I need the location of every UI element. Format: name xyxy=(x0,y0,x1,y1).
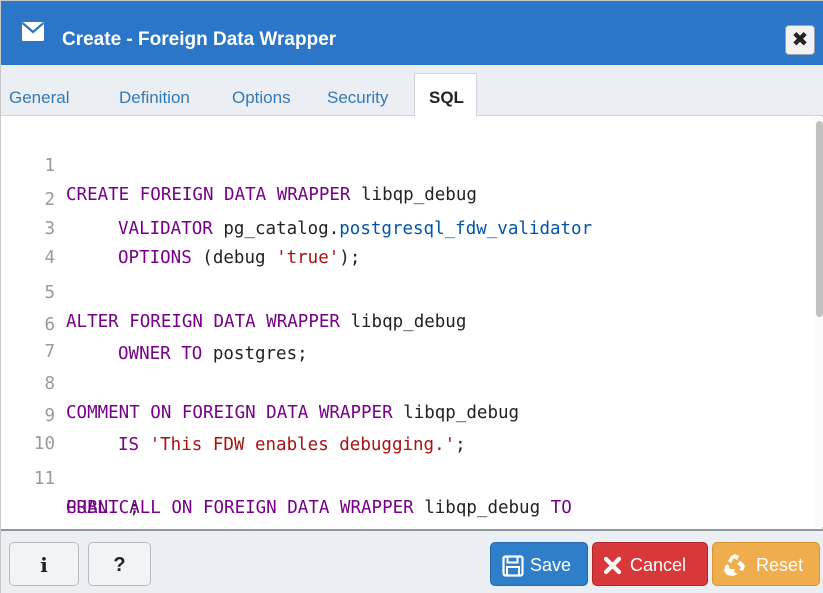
tab-definition[interactable]: Definition xyxy=(119,87,190,109)
save-button[interactable]: Save xyxy=(490,542,588,586)
code-line: 9 IS 'This FDW enables debugging.'; xyxy=(1,373,811,455)
reset-button[interactable]: Reset xyxy=(712,542,820,586)
line-number: 12 xyxy=(1,526,55,527)
recycle-icon xyxy=(724,554,745,576)
dialog-title-bar[interactable]: Create - Foreign Data Wrapper ✖ xyxy=(1,1,823,65)
dialog-title: Create - Foreign Data Wrapper xyxy=(62,29,337,50)
code-line: 8 COMMENT ON FOREIGN DATA WRAPPER libqp_… xyxy=(1,341,811,423)
code-line: 11 GRANT ALL ON FOREIGN DATA WRAPPER lib… xyxy=(1,436,811,518)
cancel-label: Cancel xyxy=(630,555,687,575)
tab-security[interactable]: Security xyxy=(327,87,388,109)
help-button[interactable]: ? xyxy=(88,542,151,586)
close-icon xyxy=(603,556,622,575)
code-line: 6 OWNER TO postgres; xyxy=(1,282,811,364)
code-line: 1 CREATE FOREIGN DATA WRAPPER libqp_debu… xyxy=(1,123,811,205)
code-line: 7 xyxy=(1,309,811,362)
save-label: Save xyxy=(530,555,572,575)
help-icon: ? xyxy=(113,554,126,576)
code-line: 3 OPTIONS (debug 'true'); xyxy=(1,186,811,268)
create-fdw-dialog: Create - Foreign Data Wrapper ✖ General … xyxy=(0,0,823,593)
code-line: 10 xyxy=(1,401,811,454)
code-line: 4 xyxy=(1,215,811,268)
code-line: 12 xyxy=(1,497,811,526)
code-line: 2 VALIDATOR pg_catalog.postgresql_fdw_va… xyxy=(1,157,811,239)
editor-scrollbar-thumb[interactable] xyxy=(816,121,823,317)
code-line: 5 ALTER FOREIGN DATA WRAPPER libqp_debug xyxy=(1,250,811,332)
sql-editor[interactable]: 1 CREATE FOREIGN DATA WRAPPER libqp_debu… xyxy=(1,117,823,527)
cancel-button[interactable]: Cancel xyxy=(592,542,708,586)
reset-label: Reset xyxy=(756,555,804,575)
tab-general[interactable]: General xyxy=(9,87,69,109)
envelope-icon xyxy=(21,22,45,41)
tab-options[interactable]: Options xyxy=(232,87,291,109)
code-line-wrapped: PUBLIC; xyxy=(1,465,811,518)
close-icon: ✖ xyxy=(791,29,809,51)
info-icon: i xyxy=(40,553,48,577)
floppy-disk-icon xyxy=(502,555,524,577)
info-button[interactable]: i xyxy=(9,542,79,586)
tab-sql-label: SQL xyxy=(429,88,464,107)
close-button[interactable]: ✖ xyxy=(785,25,815,55)
